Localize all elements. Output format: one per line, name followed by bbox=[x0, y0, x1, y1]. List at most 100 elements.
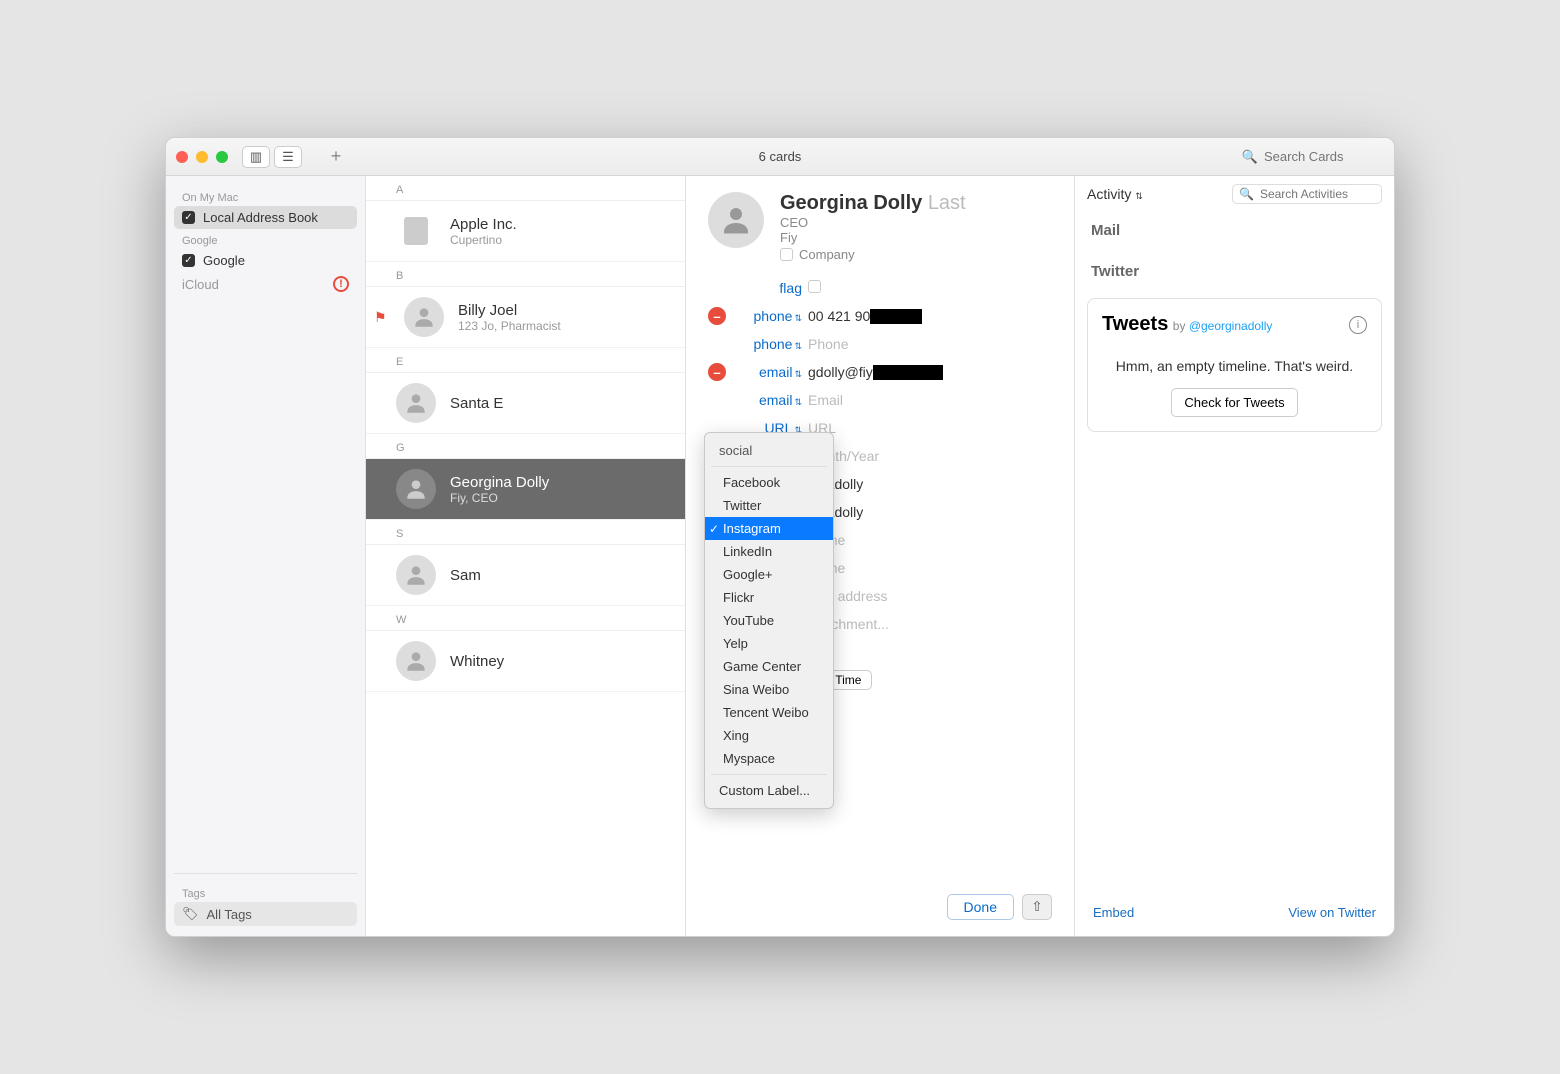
info-icon[interactable]: i bbox=[1349, 316, 1367, 334]
contact-name: Sam bbox=[450, 567, 481, 584]
company-checkbox[interactable]: Company bbox=[780, 247, 1052, 262]
view-on-twitter-link[interactable]: View on Twitter bbox=[1288, 905, 1376, 920]
delete-icon[interactable]: – bbox=[708, 307, 726, 325]
contact-row[interactable]: ⚑Billy Joel123 Jo, Pharmacist bbox=[366, 287, 685, 348]
popup-item-tencent-weibo[interactable]: Tencent Weibo bbox=[705, 701, 833, 724]
warning-icon[interactable]: ! bbox=[333, 276, 349, 292]
popup-item-google-[interactable]: Google+ bbox=[705, 563, 833, 586]
minimize-icon[interactable] bbox=[196, 151, 208, 163]
email-value[interactable]: gdolly@fiy bbox=[808, 364, 1052, 381]
sidebar-group-label: On My Mac bbox=[182, 192, 357, 204]
birthday-placeholder[interactable]: Month/Year bbox=[808, 448, 1052, 464]
twitter-handle-link[interactable]: @georginadolly bbox=[1189, 319, 1273, 333]
attachment-placeholder[interactable]: attachment... bbox=[808, 616, 1052, 632]
popup-item-game-center[interactable]: Game Center bbox=[705, 655, 833, 678]
activity-search-input[interactable] bbox=[1260, 187, 1375, 201]
section-E: E bbox=[366, 348, 685, 373]
separator bbox=[711, 774, 827, 775]
phone-placeholder[interactable]: Phone bbox=[808, 336, 1052, 352]
sidebar-toggle-icon[interactable]: ▥ bbox=[242, 146, 270, 168]
tweets-title: Tweets bbox=[1102, 313, 1168, 335]
avatar-icon bbox=[396, 469, 436, 509]
checkbox-icon[interactable]: ✓ bbox=[182, 254, 195, 267]
popup-custom-label[interactable]: Custom Label... bbox=[705, 779, 833, 802]
company-icon bbox=[396, 211, 436, 251]
close-icon[interactable] bbox=[176, 151, 188, 163]
sidebar-item-local-address-book[interactable]: ✓ Local Address Book bbox=[174, 206, 357, 229]
related-placeholder[interactable]: Name bbox=[808, 560, 1052, 576]
social-value[interactable]: ginadolly bbox=[808, 504, 1052, 520]
window-title: 6 cards bbox=[166, 149, 1394, 164]
url-placeholder[interactable]: URL bbox=[808, 420, 1052, 436]
activity-section-twitter: Twitter bbox=[1091, 263, 1378, 280]
popup-item-myspace[interactable]: Myspace bbox=[705, 747, 833, 770]
contact-name: Whitney bbox=[450, 653, 504, 670]
list-toggle-icon[interactable]: ☰ bbox=[274, 146, 302, 168]
contact-row[interactable]: Sam bbox=[366, 545, 685, 606]
popup-item-youtube[interactable]: YouTube bbox=[705, 609, 833, 632]
related-placeholder[interactable]: Name bbox=[808, 532, 1052, 548]
done-button[interactable]: Done bbox=[947, 894, 1014, 920]
contact-row[interactable]: Georgina DollyFiy, CEO bbox=[366, 459, 685, 520]
activity-title[interactable]: Activity ⇅ bbox=[1087, 186, 1143, 202]
popup-item-xing[interactable]: Xing bbox=[705, 724, 833, 747]
contact-row[interactable]: Whitney bbox=[366, 631, 685, 692]
search-input[interactable] bbox=[1264, 149, 1384, 164]
sidebar-item-all-tags[interactable]: 🏷 All Tags bbox=[174, 902, 357, 926]
add-button[interactable]: + bbox=[322, 146, 350, 168]
search-icon: 🔍 bbox=[1239, 187, 1254, 201]
social-value[interactable]: ginadolly bbox=[808, 476, 1052, 492]
flag-label[interactable]: flag bbox=[732, 280, 808, 296]
activity-panel: Activity ⇅ 🔍 Mail Twitter Tweets by @geo… bbox=[1074, 176, 1394, 936]
email-label[interactable]: email⇅ bbox=[732, 364, 808, 380]
search-icon: 🔍 bbox=[1242, 149, 1258, 165]
address-placeholder[interactable]: new address bbox=[808, 588, 1052, 604]
avatar[interactable] bbox=[708, 192, 764, 248]
activity-search[interactable]: 🔍 bbox=[1232, 184, 1382, 204]
email-label[interactable]: email⇅ bbox=[732, 392, 808, 408]
contacts-window: ▥ ☰ + 6 cards 🔍 On My Mac ✓ Local Addres… bbox=[165, 137, 1395, 937]
contact-row[interactable]: Apple Inc.Cupertino bbox=[366, 201, 685, 262]
phone-label[interactable]: phone⇅ bbox=[732, 336, 808, 352]
contact-subtitle: Cupertino bbox=[450, 233, 517, 247]
avatar-icon bbox=[396, 641, 436, 681]
delete-icon[interactable]: – bbox=[708, 363, 726, 381]
contact-name: Georgina Dolly bbox=[450, 474, 549, 491]
section-B: B bbox=[366, 262, 685, 287]
flag-icon: ⚑ bbox=[374, 309, 390, 326]
phone-label[interactable]: phone⇅ bbox=[732, 308, 808, 324]
email-placeholder[interactable]: Email bbox=[808, 392, 1052, 408]
embed-link[interactable]: Embed bbox=[1093, 905, 1134, 920]
popup-header: social bbox=[705, 439, 833, 462]
popup-item-facebook[interactable]: Facebook bbox=[705, 471, 833, 494]
tag-icon: 🏷 bbox=[182, 906, 199, 922]
checkbox-icon[interactable]: ✓ bbox=[182, 211, 195, 224]
sidebar-item-label: iCloud bbox=[182, 277, 219, 292]
popup-item-linkedin[interactable]: LinkedIn bbox=[705, 540, 833, 563]
twitter-card: Tweets by @georginadolly i Hmm, an empty… bbox=[1087, 298, 1382, 432]
flag-checkbox[interactable] bbox=[808, 280, 821, 293]
popup-item-sina-weibo[interactable]: Sina Weibo bbox=[705, 678, 833, 701]
popup-item-twitter[interactable]: Twitter bbox=[705, 494, 833, 517]
share-icon[interactable]: ⇧ bbox=[1022, 894, 1052, 920]
section-W: W bbox=[366, 606, 685, 631]
avatar-icon bbox=[396, 383, 436, 423]
titlebar: ▥ ☰ + 6 cards 🔍 bbox=[166, 138, 1394, 176]
phone-value[interactable]: 00 421 90 bbox=[808, 308, 1052, 325]
popup-item-yelp[interactable]: Yelp bbox=[705, 632, 833, 655]
contact-row[interactable]: Santa E bbox=[366, 373, 685, 434]
sidebar-item-icloud[interactable]: iCloud ! bbox=[174, 272, 357, 296]
contact-role[interactable]: CEO bbox=[780, 215, 1052, 230]
popup-item-flickr[interactable]: Flickr bbox=[705, 586, 833, 609]
contact-company[interactable]: Fiy bbox=[780, 230, 1052, 245]
contact-list[interactable]: AApple Inc.CupertinoB⚑Billy Joel123 Jo, … bbox=[366, 176, 686, 936]
sidebar-item-label: All Tags bbox=[207, 907, 252, 922]
contact-name[interactable]: Georgina Dolly Last bbox=[780, 192, 1052, 215]
check-tweets-button[interactable]: Check for Tweets bbox=[1171, 388, 1297, 417]
fullscreen-icon[interactable] bbox=[216, 151, 228, 163]
section-S: S bbox=[366, 520, 685, 545]
search-cards[interactable]: 🔍 bbox=[1242, 149, 1384, 165]
popup-item-instagram[interactable]: ✓Instagram bbox=[705, 517, 833, 540]
sidebar-group-label: Google bbox=[182, 235, 357, 247]
sidebar-item-google[interactable]: ✓ Google bbox=[174, 249, 357, 272]
